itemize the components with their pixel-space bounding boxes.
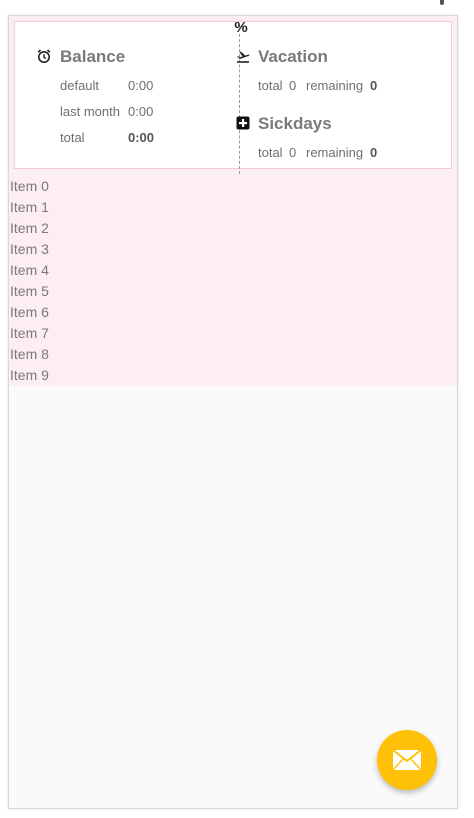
mail-fab-button[interactable]	[377, 730, 437, 790]
medical-cross-icon	[236, 116, 250, 130]
list-item[interactable]: Item 2	[9, 218, 457, 239]
list-item[interactable]: Item 9	[9, 365, 457, 386]
summary-panel: % Balance default 0:00 last month 0:00 t…	[9, 16, 457, 176]
alarm-clock-icon	[37, 49, 51, 63]
app-screen: % Balance default 0:00 last month 0:00 t…	[8, 15, 458, 809]
list-item[interactable]: Item 5	[9, 281, 457, 302]
balance-title: Balance	[60, 47, 126, 66]
vacation-total-value: 0	[289, 78, 297, 93]
vacation-remaining-label: remaining	[306, 78, 364, 93]
list-item[interactable]: Item 6	[9, 302, 457, 323]
sickdays-total-label: total	[258, 145, 283, 160]
balance-last-month-value: 0:00	[128, 104, 154, 119]
sickdays-total-value: 0	[289, 145, 297, 160]
list-item[interactable]: Item 3	[9, 239, 457, 260]
vacation-remaining-value: 0	[370, 78, 378, 93]
sickdays-remaining-label: remaining	[306, 145, 364, 160]
list-item[interactable]: Item 8	[9, 344, 457, 365]
balance-default-label: default	[60, 78, 100, 93]
balance-total-label: total	[60, 130, 85, 145]
list-item[interactable]: Item 7	[9, 323, 457, 344]
list-item[interactable]: Item 4	[9, 260, 457, 281]
summary-card: % Balance default 0:00 last month 0:00 t…	[14, 19, 452, 174]
balance-total-value: 0:00	[128, 130, 155, 145]
airplane-takeoff-icon	[237, 51, 250, 63]
vacation-total-label: total	[258, 78, 283, 93]
item-list: Item 0 Item 1 Item 2 Item 3 Item 4 Item …	[9, 176, 457, 386]
sickdays-title: Sickdays	[258, 114, 332, 133]
status-fragment	[434, 0, 448, 6]
vacation-title: Vacation	[258, 47, 328, 66]
sickdays-remaining-value: 0	[370, 145, 378, 160]
list-item[interactable]: Item 0	[9, 176, 457, 197]
list-item[interactable]: Item 1	[9, 197, 457, 218]
percent-icon: %	[234, 19, 248, 36]
balance-default-value: 0:00	[128, 78, 154, 93]
mail-icon	[392, 749, 422, 771]
balance-last-month-label: last month	[60, 104, 120, 119]
